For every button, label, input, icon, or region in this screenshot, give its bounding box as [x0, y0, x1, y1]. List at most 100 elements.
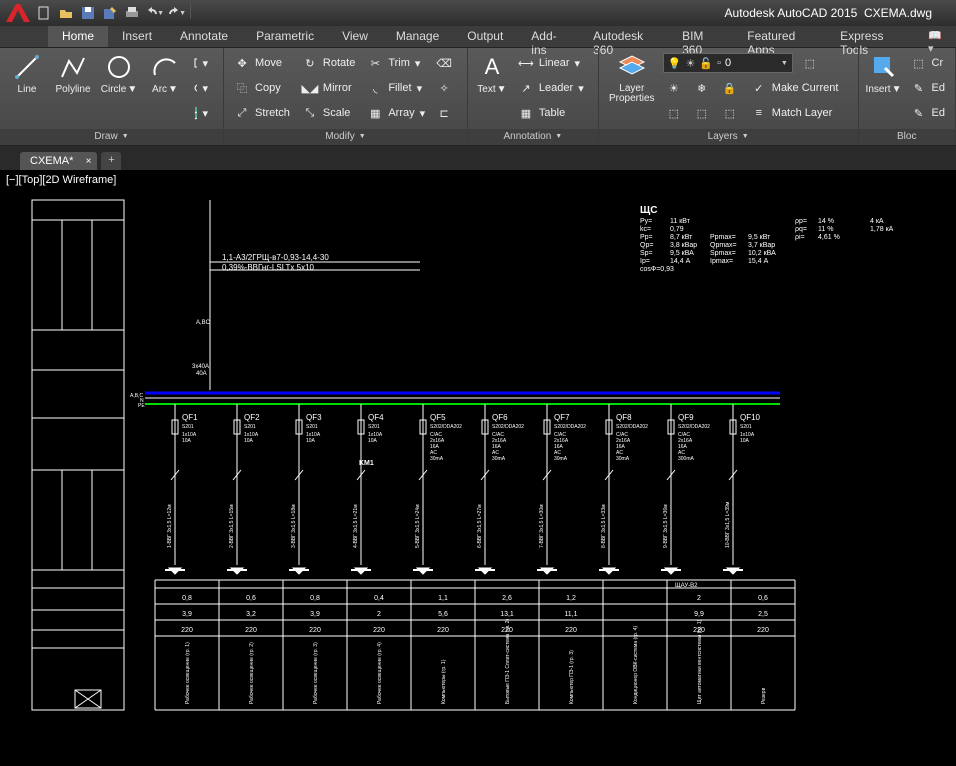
doctabs: CXEMA*× +	[0, 146, 956, 170]
tab-view[interactable]: View	[328, 26, 382, 47]
tab-express[interactable]: Express Tools	[826, 26, 916, 47]
open-icon[interactable]	[56, 3, 76, 23]
bulb-icon: 💡	[668, 57, 682, 70]
tab-addins[interactable]: Add-ins	[517, 26, 579, 47]
rotate-button[interactable]: ↻Rotate	[298, 52, 359, 74]
arc-button[interactable]: Arc▼	[144, 52, 186, 95]
svg-text:2: 2	[377, 611, 381, 618]
panel-block: Insert▼ ⬚Cr ✎Ed ✎Ed Bloc	[859, 48, 956, 145]
svg-text:1-ВВГ 3x1,5 L=12м: 1-ВВГ 3x1,5 L=12м	[167, 504, 173, 548]
svg-text:Рабочее освещение (гр. 2): Рабочее освещение (гр. 2)	[249, 642, 255, 704]
tab-manage[interactable]: Manage	[382, 26, 453, 47]
svg-text:220: 220	[757, 627, 769, 634]
tab-parametric[interactable]: Parametric	[242, 26, 328, 47]
table-button[interactable]: ▦Table	[514, 102, 588, 124]
leader-button[interactable]: ↗Leader▾	[514, 77, 588, 99]
trim-button[interactable]: ✂Trim▾	[363, 52, 429, 74]
svg-text:ЩС: ЩС	[640, 205, 657, 216]
scale-button[interactable]: ⤡Scale	[298, 102, 359, 124]
insert-button[interactable]: Insert▼	[865, 52, 903, 95]
linear-button[interactable]: ⟷Linear▾	[514, 52, 588, 74]
svg-text:40A: 40A	[196, 371, 207, 377]
text-button[interactable]: AText▼	[474, 52, 510, 95]
saveas-icon[interactable]	[100, 3, 120, 23]
svg-text:220: 220	[181, 627, 193, 634]
tab-a360[interactable]: Autodesk 360	[579, 26, 668, 47]
lay6-icon[interactable]: ⬚	[719, 102, 741, 124]
lay1-icon[interactable]: ☀	[663, 77, 685, 99]
line-button[interactable]: Line	[6, 52, 48, 95]
svg-text:2: 2	[697, 595, 701, 602]
svg-text:QF2: QF2	[244, 413, 260, 422]
svg-text:3,7 кВар: 3,7 кВар	[748, 242, 775, 249]
tab-output[interactable]: Output	[453, 26, 517, 47]
svg-text:Sрmax=: Sрmax=	[710, 250, 736, 257]
create-button[interactable]: ⬚Cr	[907, 52, 949, 74]
erase-icon[interactable]: ⌫	[433, 52, 455, 74]
tab-home[interactable]: Home	[48, 26, 108, 47]
svg-text:Qрmax=: Qрmax=	[710, 242, 737, 249]
save-icon[interactable]	[78, 3, 98, 23]
panel-block-title[interactable]: Bloc	[859, 129, 955, 145]
svg-text:4 кА: 4 кА	[870, 218, 884, 225]
circle-button[interactable]: Circle▼	[98, 52, 140, 95]
polyline-button[interactable]: Polyline	[52, 52, 94, 95]
tab-help-icon[interactable]: 📖▾	[916, 26, 956, 47]
stretch-button[interactable]: ⤢Stretch	[230, 102, 294, 124]
panel-modify: ✥Move ⿻Copy ⤢Stretch ↻Rotate ◣◢Mirror ⤡S…	[224, 48, 468, 145]
editattr-button[interactable]: ✎Ed	[907, 102, 949, 124]
svg-text:Резерв: Резерв	[761, 687, 767, 704]
svg-text:Iр=: Iр=	[640, 258, 650, 265]
svg-text:QF4: QF4	[368, 413, 384, 422]
tab-bim360[interactable]: BIM 360	[668, 26, 733, 47]
lay2-icon[interactable]: ❄	[691, 77, 713, 99]
layer-combo[interactable]: 💡☀🔓▫ 0 ▼	[663, 53, 793, 73]
offset-icon[interactable]: ⊏	[433, 102, 455, 124]
doctab[interactable]: CXEMA*×	[20, 152, 97, 170]
layerprops-button[interactable]: Layer Properties	[605, 52, 659, 104]
matchlayer-button[interactable]: ≡Match Layer	[747, 102, 837, 124]
tab-annotate[interactable]: Annotate	[166, 26, 242, 47]
svg-text:2-ВВГ 3x1,5 L=15м: 2-ВВГ 3x1,5 L=15м	[229, 504, 235, 548]
lay4-icon[interactable]: ⬚	[663, 102, 685, 124]
close-icon[interactable]: ×	[86, 156, 92, 167]
ellipse-icon[interactable]: ▾	[190, 77, 212, 99]
panel-annotation-title[interactable]: Annotation▼	[468, 129, 598, 145]
hatch-icon[interactable]: ▾	[190, 102, 212, 124]
mirror-button[interactable]: ◣◢Mirror	[298, 77, 359, 99]
array-button[interactable]: ▦Array▾	[363, 102, 429, 124]
explode-icon[interactable]: ✧	[433, 77, 455, 99]
copy-button[interactable]: ⿻Copy	[230, 77, 294, 99]
panel-modify-title[interactable]: Modify▼	[224, 129, 467, 145]
tab-featured[interactable]: Featured Apps	[733, 26, 826, 47]
schematic-drawing: ЩС Ру=11 кВт kс=0,79 Рр=8,7 кВт Qр=3,8 к…	[0, 170, 956, 766]
panel-draw-title[interactable]: Draw▼	[0, 129, 223, 145]
move-button[interactable]: ✥Move	[230, 52, 294, 74]
svg-text:2,5: 2,5	[758, 611, 768, 618]
svg-text:Ру=: Ру=	[640, 218, 652, 225]
plot-icon[interactable]	[122, 3, 142, 23]
svg-text:11 %: 11 %	[818, 226, 833, 233]
undo-icon[interactable]: ▼	[144, 3, 164, 23]
panel-layers-title[interactable]: Layers▼	[599, 129, 858, 145]
lay5-icon[interactable]: ⬚	[691, 102, 713, 124]
lay3-icon[interactable]: 🔒	[719, 77, 741, 99]
makecurrent-button[interactable]: ✓Make Current	[747, 77, 843, 99]
fillet-button[interactable]: ◟Fillet▾	[363, 77, 429, 99]
layerstate-icon[interactable]: ⬚	[799, 52, 821, 74]
svg-text:4-ВВГ 3x1,5 L=21м: 4-ВВГ 3x1,5 L=21м	[353, 504, 359, 548]
rect-icon[interactable]: ▾	[190, 52, 212, 74]
redo-icon[interactable]: ▼	[166, 3, 186, 23]
tab-insert[interactable]: Insert	[108, 26, 166, 47]
svg-text:2,6: 2,6	[502, 595, 512, 602]
svg-text:QF3: QF3	[306, 413, 322, 422]
svg-text:Рр=: Рр=	[640, 234, 653, 241]
svg-text:Бытовые ПЭ-1 Сплит-система (гр: Бытовые ПЭ-1 Сплит-система (гр. 2)	[505, 618, 511, 704]
new-icon[interactable]	[34, 3, 54, 23]
drawing-canvas[interactable]: [−][Top][2D Wireframe] ЩС	[0, 170, 956, 766]
svg-text:8-ВВГ 3x1,5 L=33м: 8-ВВГ 3x1,5 L=33м	[601, 504, 607, 548]
svg-text:10A: 10A	[740, 438, 750, 444]
svg-text:6-ВВГ 3x1,5 L=27м: 6-ВВГ 3x1,5 L=27м	[477, 504, 483, 548]
edit-button[interactable]: ✎Ed	[907, 77, 949, 99]
doctab-add[interactable]: +	[101, 152, 121, 170]
